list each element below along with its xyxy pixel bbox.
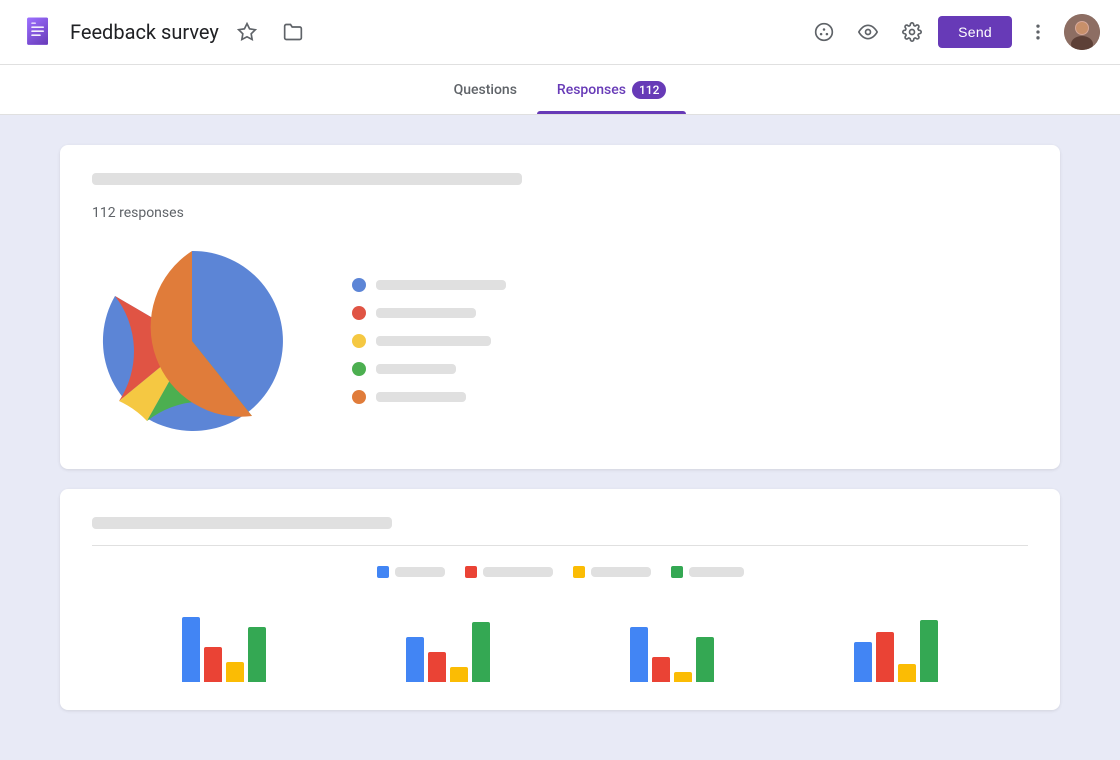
- bar-legend-red: [465, 566, 477, 578]
- legend-dot-orange: [352, 390, 366, 404]
- bar-legend-item: [377, 566, 445, 578]
- legend-dot-blue: [352, 278, 366, 292]
- legend-item: [352, 390, 1028, 404]
- bar-yellow: [898, 664, 916, 682]
- star-button[interactable]: [229, 14, 265, 50]
- palette-button[interactable]: [806, 14, 842, 50]
- legend-item: [352, 334, 1028, 348]
- bar-red: [652, 657, 670, 682]
- bar-yellow: [674, 672, 692, 682]
- legend-bar: [376, 280, 506, 290]
- doc-title: Feedback survey: [70, 20, 219, 44]
- bar-legend-blue: [377, 566, 389, 578]
- folder-button[interactable]: [275, 14, 311, 50]
- bar-legend-label: [591, 567, 651, 577]
- bar-green: [248, 627, 266, 682]
- pie-legend: [352, 278, 1028, 404]
- legend-bar: [376, 336, 491, 346]
- bar-legend-yellow: [573, 566, 585, 578]
- legend-item: [352, 306, 1028, 320]
- bar-yellow: [226, 662, 244, 682]
- bar-group: [406, 622, 490, 682]
- card2-divider: [92, 545, 1028, 546]
- bar-chart-card: [60, 489, 1060, 710]
- pie-chart: [92, 241, 292, 441]
- more-button[interactable]: [1020, 14, 1056, 50]
- tab-questions[interactable]: Questions: [434, 65, 537, 114]
- bar-red: [204, 647, 222, 682]
- bar-red: [428, 652, 446, 682]
- app-header: Feedback survey: [0, 0, 1120, 65]
- header-right: Send: [806, 14, 1100, 50]
- bar-blue: [630, 627, 648, 682]
- card1-title-skeleton: [92, 173, 522, 185]
- bar-yellow: [450, 667, 468, 682]
- doc-icon: [20, 12, 60, 52]
- legend-dot-green: [352, 362, 366, 376]
- bar-red: [876, 632, 894, 682]
- bar-chart-groups: [92, 602, 1028, 682]
- legend-bar: [376, 392, 466, 402]
- bar-blue: [406, 637, 424, 682]
- legend-item: [352, 278, 1028, 292]
- bar-legend-label: [689, 567, 744, 577]
- bar-legend-green: [671, 566, 683, 578]
- bar-legend-label: [483, 567, 553, 577]
- legend-item: [352, 362, 1028, 376]
- responses-badge: 112: [632, 81, 666, 99]
- bar-green: [920, 620, 938, 682]
- avatar[interactable]: [1064, 14, 1100, 50]
- bar-legend-item: [573, 566, 651, 578]
- legend-dot-yellow: [352, 334, 366, 348]
- bar-group: [854, 620, 938, 682]
- bar-green: [472, 622, 490, 682]
- card2-title-skeleton: [92, 517, 392, 529]
- pie-chart-card: 112 responses: [60, 145, 1060, 469]
- bar-blue: [182, 617, 200, 682]
- tabs-bar: Questions Responses 112: [0, 65, 1120, 115]
- bar-green: [696, 637, 714, 682]
- legend-bar: [376, 364, 456, 374]
- main-content: 112 responses: [0, 115, 1120, 760]
- header-left: Feedback survey: [20, 12, 806, 52]
- preview-button[interactable]: [850, 14, 886, 50]
- send-button[interactable]: Send: [938, 16, 1012, 48]
- bar-group: [182, 617, 266, 682]
- bar-legend-item: [465, 566, 553, 578]
- tab-responses[interactable]: Responses 112: [537, 65, 687, 114]
- settings-button[interactable]: [894, 14, 930, 50]
- legend-bar: [376, 308, 476, 318]
- bar-legend-item: [671, 566, 744, 578]
- bar-chart-legend: [92, 566, 1028, 578]
- legend-dot-red: [352, 306, 366, 320]
- responses-count: 112 responses: [92, 205, 1028, 221]
- bar-legend-label: [395, 567, 445, 577]
- bar-group: [630, 627, 714, 682]
- card1-body: [92, 241, 1028, 441]
- bar-blue: [854, 642, 872, 682]
